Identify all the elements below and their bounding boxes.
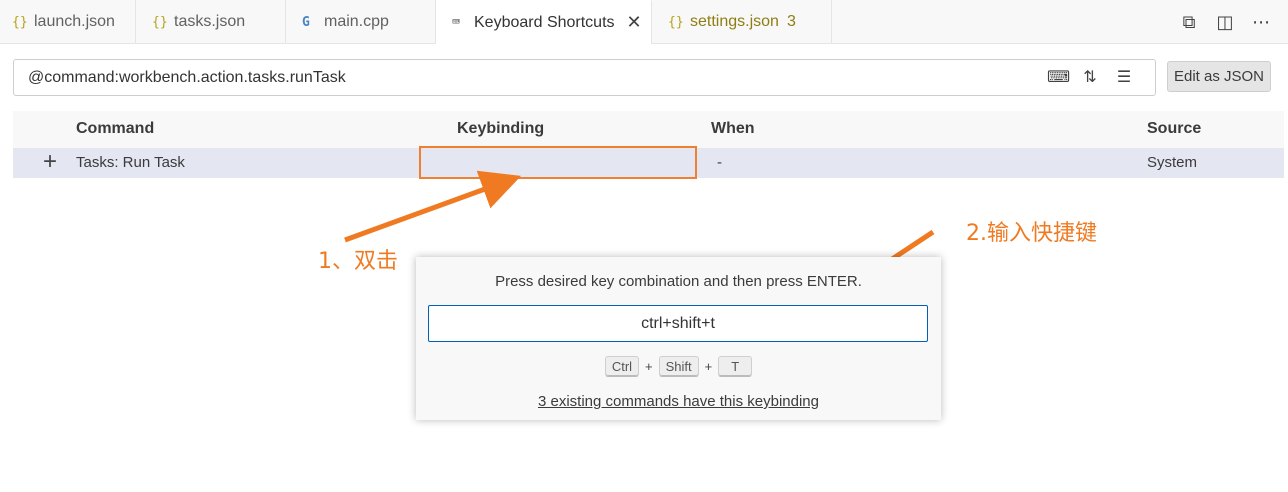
key-separator: + (704, 359, 713, 374)
annotation-step-2: 2.输入快捷键 (966, 221, 1097, 246)
annotation-step-1: 1、双击 (318, 249, 398, 274)
dialog-message: Press desired key combination and then p… (495, 273, 862, 290)
key-shift: Shift (658, 356, 699, 377)
key-ctrl: Ctrl (604, 356, 640, 377)
keybinding-input[interactable]: ctrl+shift+t (428, 305, 928, 342)
define-keybinding-dialog: Press desired key combination and then p… (416, 257, 941, 420)
key-t: T (718, 356, 753, 377)
existing-commands-link[interactable]: 3 existing commands have this keybinding (416, 393, 941, 410)
key-separator: + (645, 359, 653, 374)
key-chord-display: Ctrl + Shift + T (416, 356, 941, 377)
arrow-to-keybinding-cell (344, 170, 522, 243)
